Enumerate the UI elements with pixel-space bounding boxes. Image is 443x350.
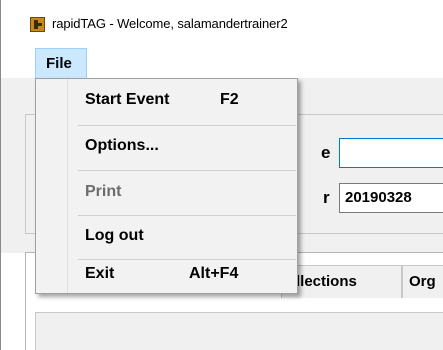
tab-org[interactable]: Org [402,265,443,298]
main-window: rapidTAG - Welcome, salamandertrainer2 F… [0,0,443,350]
menu-item-print: Print [38,175,295,213]
menu-item-label: Exit [85,265,115,282]
menu-item-label: Log out [85,227,144,244]
menu-separator [78,170,296,171]
menu-item-label: Print [85,183,122,200]
tab-content-panel [35,312,443,350]
menu-item-options[interactable]: Options... [38,129,295,167]
title-bar[interactable]: rapidTAG - Welcome, salamandertrainer2 [1,0,443,44]
tab-collections[interactable]: llections [281,265,402,298]
menu-item-label: Start Event [85,91,170,108]
date-field-label: r [323,188,330,207]
menu-item-shortcut: Alt+F4 [189,265,239,282]
window-title: rapidTAG - Welcome, salamandertrainer2 [52,16,288,31]
rapidtag-app-icon[interactable] [30,17,45,32]
menu-item-start-event[interactable]: Start Event F2 [38,83,295,121]
menu-item-log-out[interactable]: Log out [38,219,295,257]
name-input[interactable] [339,138,443,168]
menu-separator [78,125,296,126]
menu-file-label: File [46,55,72,72]
menu-bar: File [1,44,443,78]
menu-item-exit[interactable]: Exit Alt+F4 [38,257,295,295]
date-input[interactable]: 20190328 [339,183,443,213]
menu-file[interactable]: File [35,48,87,78]
menu-item-label: Options... [85,137,159,154]
name-field-label: e [321,143,331,162]
file-menu-dropdown: Start Event F2 Options... Print Log out … [35,78,298,294]
menu-separator [78,215,296,216]
tab-collections-label: llections [296,273,357,290]
menu-item-shortcut: F2 [220,91,239,108]
tab-org-label: Org [409,273,436,290]
